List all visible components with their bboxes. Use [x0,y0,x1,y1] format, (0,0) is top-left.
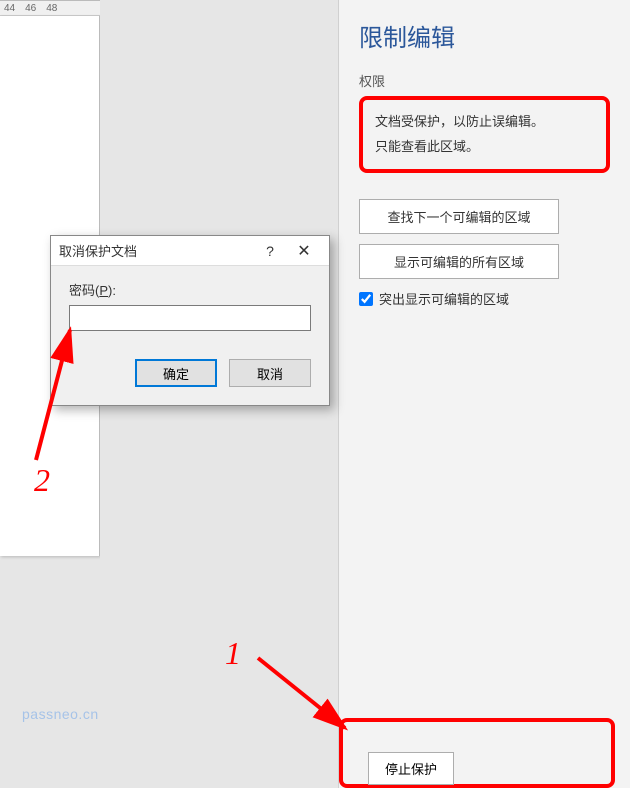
dialog-title: 取消保护文档 [59,241,253,260]
watermark: passneo.cn [22,706,99,722]
restrict-editing-pane: 限制编辑 权限 文档受保护，以防止误编辑。 只能查看此区域。 查找下一个可编辑的… [338,0,630,788]
stop-protection-button[interactable]: 停止保护 [368,752,454,785]
ruler-mark-48: 48 [46,3,57,14]
info-line2: 只能查看此区域。 [375,135,594,160]
highlight-editable-label: 突出显示可编辑的区域 [379,289,509,308]
password-input[interactable] [69,305,311,331]
info-line1: 文档受保护，以防止误编辑。 [375,110,594,135]
find-next-editable-button[interactable]: 查找下一个可编辑的区域 [359,199,559,234]
dialog-body: 密码(P): 确定 取消 [51,266,329,405]
cancel-button[interactable]: 取消 [229,359,311,387]
help-icon[interactable]: ? [253,236,287,266]
highlight-editable-checkbox-row[interactable]: 突出显示可编辑的区域 [359,289,610,308]
ruler-mark-44: 44 [4,3,15,14]
ok-button[interactable]: 确定 [135,359,217,387]
dialog-buttons: 确定 取消 [69,359,311,387]
section-label-permissions: 权限 [359,71,610,90]
ruler: 44 46 48 [0,0,100,16]
ruler-mark-46: 46 [25,3,36,14]
annotation-number-1: 1 [225,635,241,672]
protection-info-box: 文档受保护，以防止误编辑。 只能查看此区域。 [359,96,610,173]
annotation-number-2: 2 [34,462,50,499]
show-all-editable-button[interactable]: 显示可编辑的所有区域 [359,244,559,279]
password-label: 密码(P): [69,280,311,299]
unprotect-document-dialog: 取消保护文档 ? ✕ 密码(P): 确定 取消 [50,235,330,406]
highlight-editable-checkbox[interactable] [359,292,373,306]
pane-title: 限制编辑 [359,18,610,53]
close-icon[interactable]: ✕ [287,236,321,266]
dialog-titlebar[interactable]: 取消保护文档 ? ✕ [51,236,329,266]
